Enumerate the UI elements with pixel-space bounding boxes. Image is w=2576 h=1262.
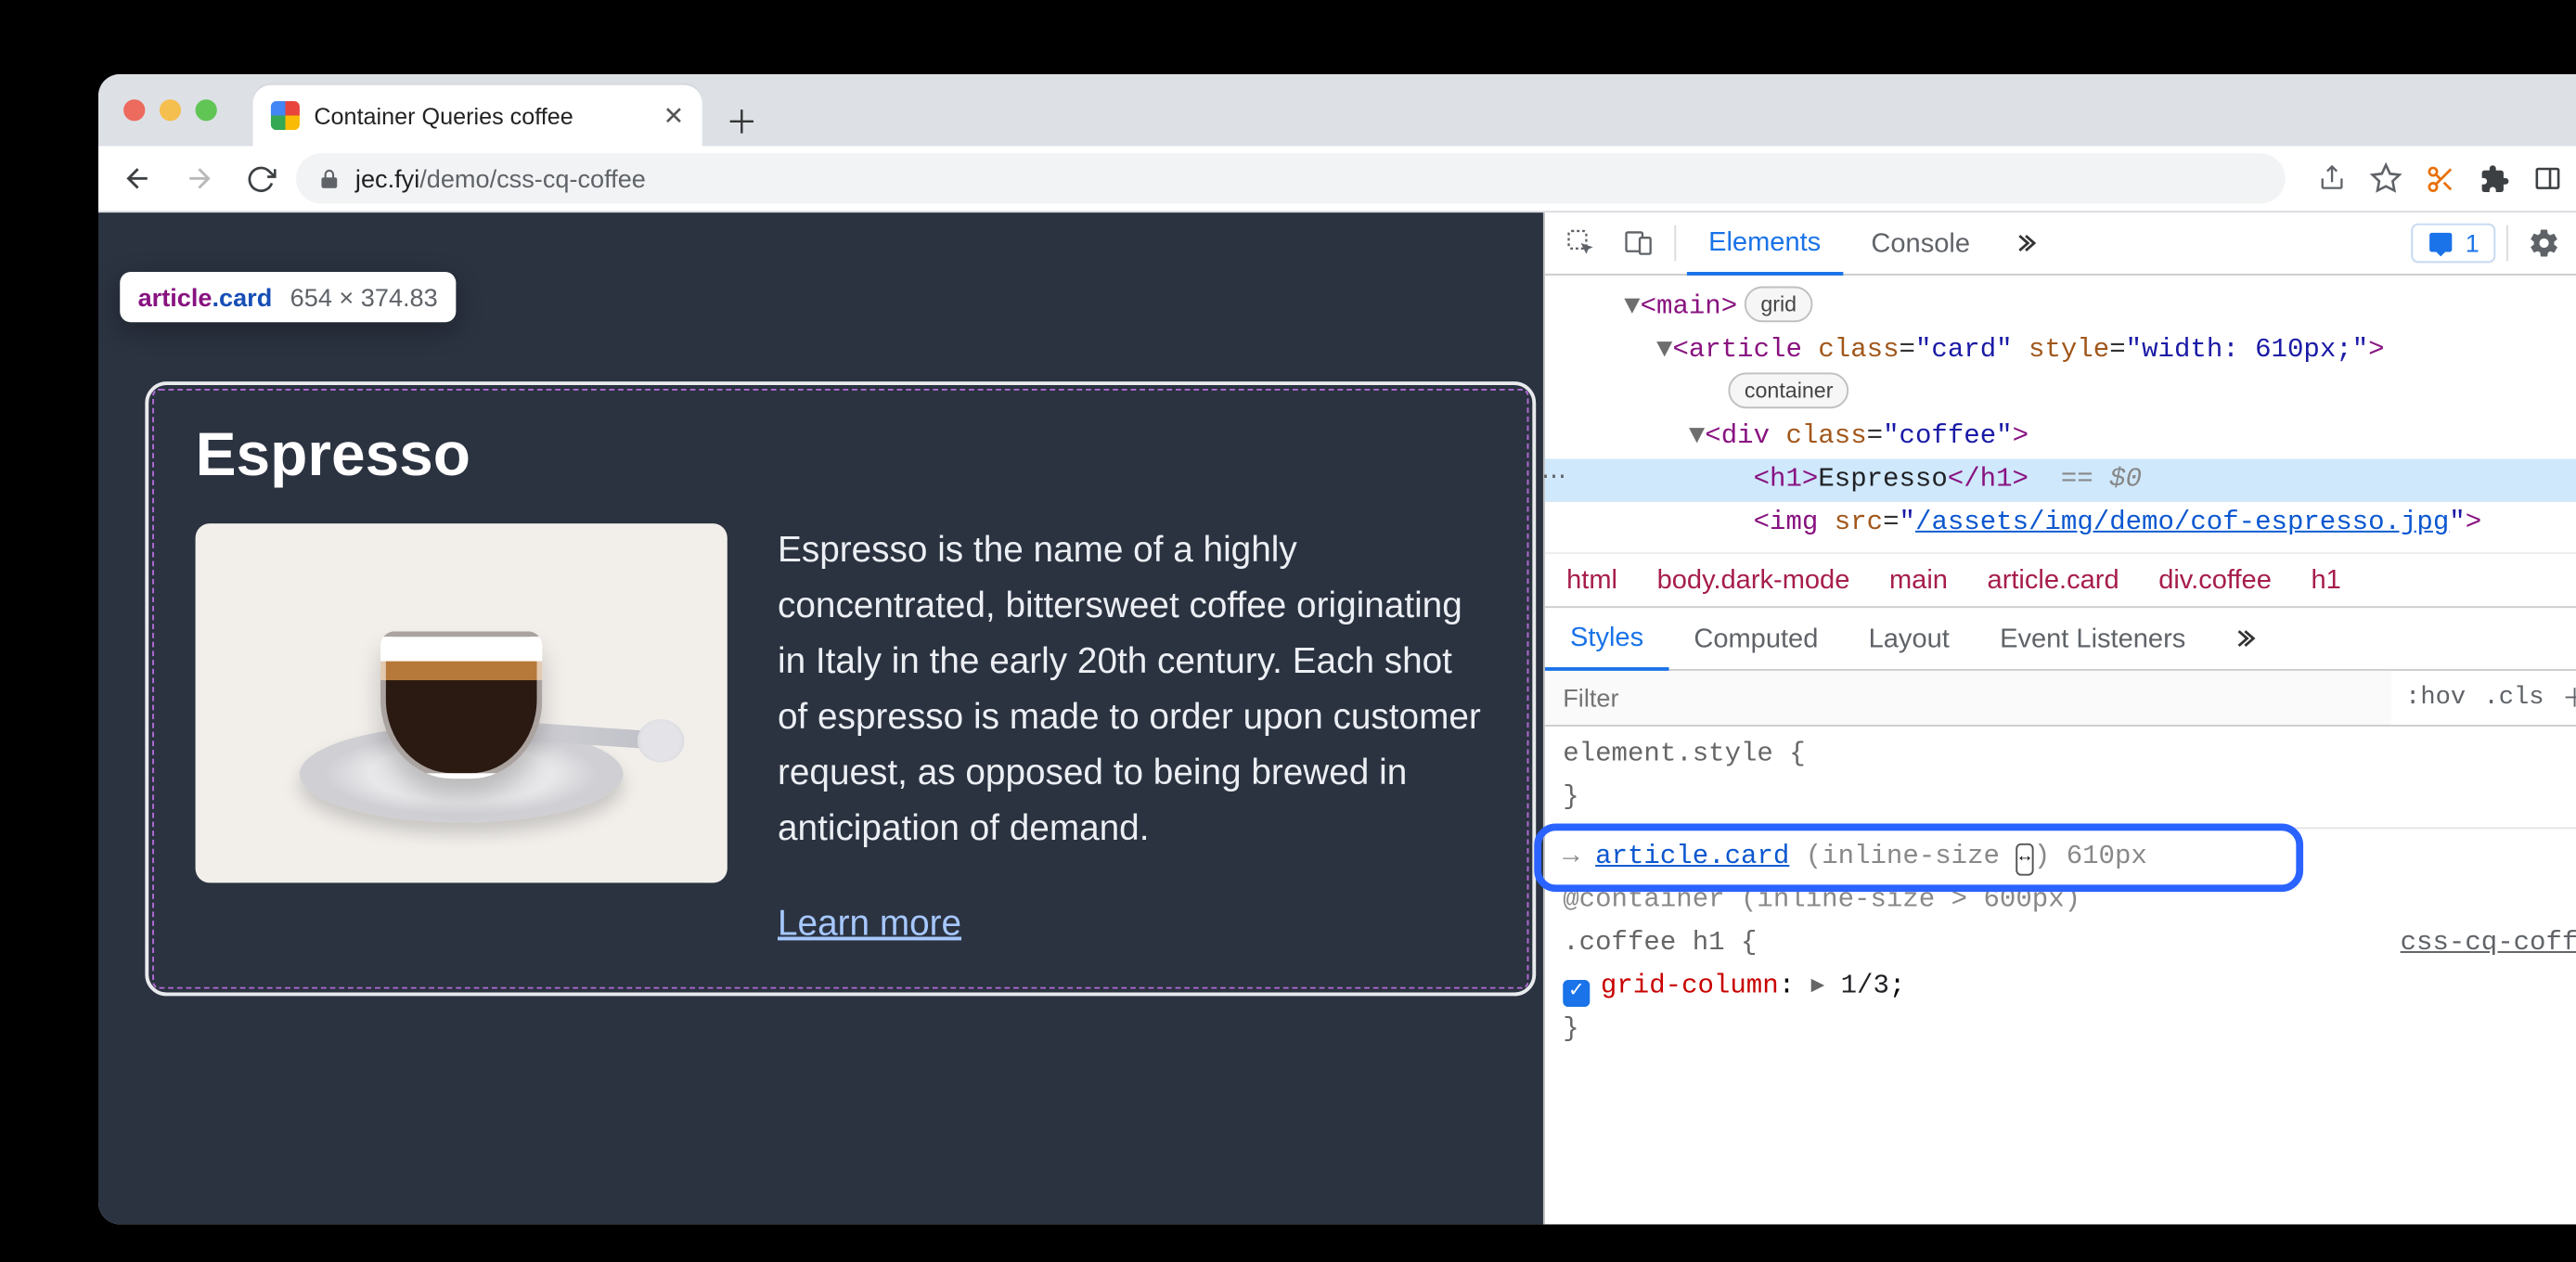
at-container-rule[interactable]: @container (inline-size > 600px) — [1563, 880, 2576, 922]
resize-icon: ↔ — [2016, 843, 2033, 876]
scissors-icon[interactable] — [2415, 153, 2465, 203]
crumb-h1[interactable]: h1 — [2311, 565, 2340, 596]
window-controls[interactable] — [98, 99, 242, 121]
dom-node-selected[interactable]: <h1>Espresso</h1> == $0 — [1545, 458, 2576, 501]
gear-icon[interactable] — [2518, 218, 2569, 268]
dom-node-main[interactable]: ▼<main>grid — [1545, 287, 2576, 329]
tab-strip: Container Queries coffee ✕ ＋ — [98, 74, 2576, 146]
rule-inline[interactable]: element.style { — [1563, 734, 2576, 777]
more-subtabs-icon[interactable] — [2218, 613, 2268, 663]
dom-badge-container[interactable]: container — [1545, 372, 2576, 415]
card-heading: Espresso — [196, 421, 1486, 492]
subtab-styles[interactable]: Styles — [1545, 606, 1668, 671]
hov-toggle[interactable]: :hov — [2405, 683, 2466, 712]
page-viewport[interactable]: article.card 654 × 374.83 Espresso Espre… — [98, 212, 1543, 1224]
browser-window: Container Queries coffee ✕ ＋ jec.fyi/dem… — [98, 74, 2576, 1224]
container-query-info[interactable]: → article.card (inline-size ↔) 610px — [1563, 836, 2576, 879]
rule-close: }＋ — [1563, 1009, 2576, 1051]
crumb-article[interactable]: article.card — [1988, 565, 2119, 596]
rule-declaration[interactable]: ✓grid-column: ▸ 1/3; — [1563, 966, 2576, 1009]
content-area: article.card 654 × 374.83 Espresso Espre… — [98, 212, 2576, 1224]
crumb-main[interactable]: main — [1889, 565, 1948, 596]
share-icon[interactable] — [2307, 153, 2357, 203]
cls-toggle[interactable]: .cls — [2483, 683, 2544, 712]
back-button[interactable] — [112, 153, 162, 203]
crumb-div[interactable]: div.coffee — [2158, 565, 2272, 596]
inspector-tooltip: article.card 654 × 374.83 — [120, 272, 456, 322]
crumb-body[interactable]: body.dark-mode — [1657, 565, 1850, 596]
subtab-event-listeners[interactable]: Event Listeners — [1975, 608, 2210, 669]
tab-title: Container Queries coffee — [314, 102, 573, 129]
rule-selector[interactable]: .coffee h1 {css-cq-coffee:45 — [1563, 922, 2576, 965]
extensions-icon[interactable] — [2468, 153, 2518, 203]
inspect-element-icon[interactable] — [1556, 218, 1606, 268]
new-tab-button[interactable]: ＋ — [716, 96, 766, 146]
checkbox-icon[interactable]: ✓ — [1563, 981, 1590, 1008]
tab-elements[interactable]: Elements — [1687, 211, 1843, 276]
forward-button[interactable] — [174, 153, 224, 203]
close-window-icon[interactable] — [123, 99, 145, 121]
close-tab-icon[interactable]: ✕ — [663, 103, 685, 128]
styles-filter-input[interactable] — [1545, 671, 2391, 725]
devtools-toolbar: Elements Console 1 — [1545, 212, 2576, 276]
maximize-window-icon[interactable] — [196, 99, 217, 121]
source-link[interactable]: css-cq-coffee:45 — [2401, 922, 2576, 965]
bookmark-star-icon[interactable] — [2361, 153, 2411, 203]
card-description: Espresso is the name of a highly concent… — [778, 523, 1486, 857]
subtab-layout[interactable]: Layout — [1843, 608, 1974, 669]
dom-tree[interactable]: ▼<main>grid ▼<article class="card" style… — [1545, 276, 2576, 552]
rule-inline-close: } — [1563, 777, 2576, 819]
minimize-window-icon[interactable] — [160, 99, 181, 121]
devtools-panel: Elements Console 1 ▼<main>grid — [1543, 212, 2576, 1224]
more-tabs-icon[interactable] — [1999, 218, 2049, 268]
browser-toolbar: jec.fyi/demo/css-cq-coffee — [98, 146, 2576, 212]
favicon-icon — [271, 101, 300, 130]
styles-subtabs: Styles Computed Layout Event Listeners — [1545, 608, 2576, 671]
sidepanel-icon[interactable] — [2522, 153, 2572, 203]
coffee-image — [196, 523, 728, 882]
crumb-html[interactable]: html — [1566, 565, 1617, 596]
styles-filter-row: :hov .cls ＋ — [1545, 671, 2576, 727]
dom-node-article[interactable]: ▼<article class="card" style="width: 610… — [1545, 329, 2576, 372]
browser-tab[interactable]: Container Queries coffee ✕ — [253, 85, 702, 147]
styles-rules[interactable]: element.style { } → article.card (inline… — [1545, 727, 2576, 1059]
new-rule-icon[interactable]: ＋ — [2562, 680, 2576, 716]
tab-console[interactable]: Console — [1849, 212, 1991, 274]
learn-more-link[interactable]: Learn more — [778, 905, 961, 946]
reload-button[interactable] — [235, 153, 285, 203]
device-mode-icon[interactable] — [1613, 218, 1663, 268]
article-card: Espresso Espresso is the name of a highl… — [145, 381, 1536, 996]
breadcrumb[interactable]: html body.dark-mode main article.card di… — [1545, 552, 2576, 608]
subtab-computed[interactable]: Computed — [1668, 608, 1843, 669]
url-host: jec.fyi/demo/css-cq-coffee — [355, 164, 646, 193]
address-bar[interactable]: jec.fyi/demo/css-cq-coffee — [296, 153, 2286, 203]
issues-badge[interactable]: 1 — [2412, 224, 2496, 264]
dom-node-div[interactable]: ▼<div class="coffee"> — [1545, 416, 2576, 458]
dom-node-img[interactable]: <img src="/assets/img/demo/cof-espresso.… — [1545, 502, 2576, 545]
lock-icon — [317, 167, 341, 190]
